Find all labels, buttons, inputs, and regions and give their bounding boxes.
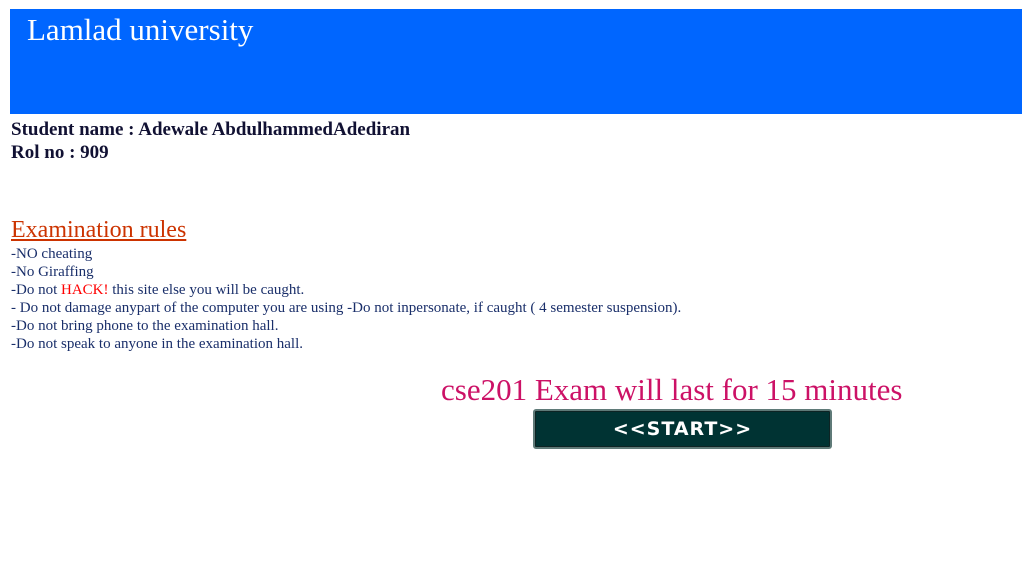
rule-item: -Do not speak to anyone in the examinati…	[11, 336, 304, 352]
rule-item: -Do not HACK! this site else you will be…	[11, 281, 681, 299]
header-banner: Lamlad university	[10, 9, 1022, 114]
roll-number-label: Rol no :	[11, 142, 81, 163]
start-exam-button[interactable]: <<START>>	[533, 409, 832, 449]
rule-text: -Do not	[11, 282, 61, 298]
rules-heading: Examination rules	[11, 217, 187, 243]
roll-number-value: 909	[80, 142, 109, 163]
rule-text: this site else you will be caught.	[108, 282, 305, 298]
rules-list: -NO cheating -No Giraffing -Do not HACK!…	[11, 245, 681, 353]
rule-item: -NO cheating	[11, 246, 93, 262]
student-info: Student name : Adewale AbdulhammedAdedir…	[11, 118, 410, 164]
student-name-row: Student name : Adewale AbdulhammedAdedir…	[11, 118, 410, 141]
roll-number-row: Rol no : 909	[11, 141, 410, 164]
student-name-value: Adewale AbdulhammedAdediran	[138, 119, 411, 140]
university-title: Lamlad university	[27, 12, 254, 47]
exam-duration-notice: cse201 Exam will last for 15 minutes	[441, 372, 903, 407]
hack-warning: HACK!	[61, 282, 109, 298]
student-name-label: Student name :	[11, 119, 139, 140]
rule-item: -No Giraffing	[11, 264, 94, 280]
rule-item: - Do not damage anypart of the computer …	[11, 300, 682, 316]
rule-item: -Do not bring phone to the examination h…	[11, 318, 279, 334]
